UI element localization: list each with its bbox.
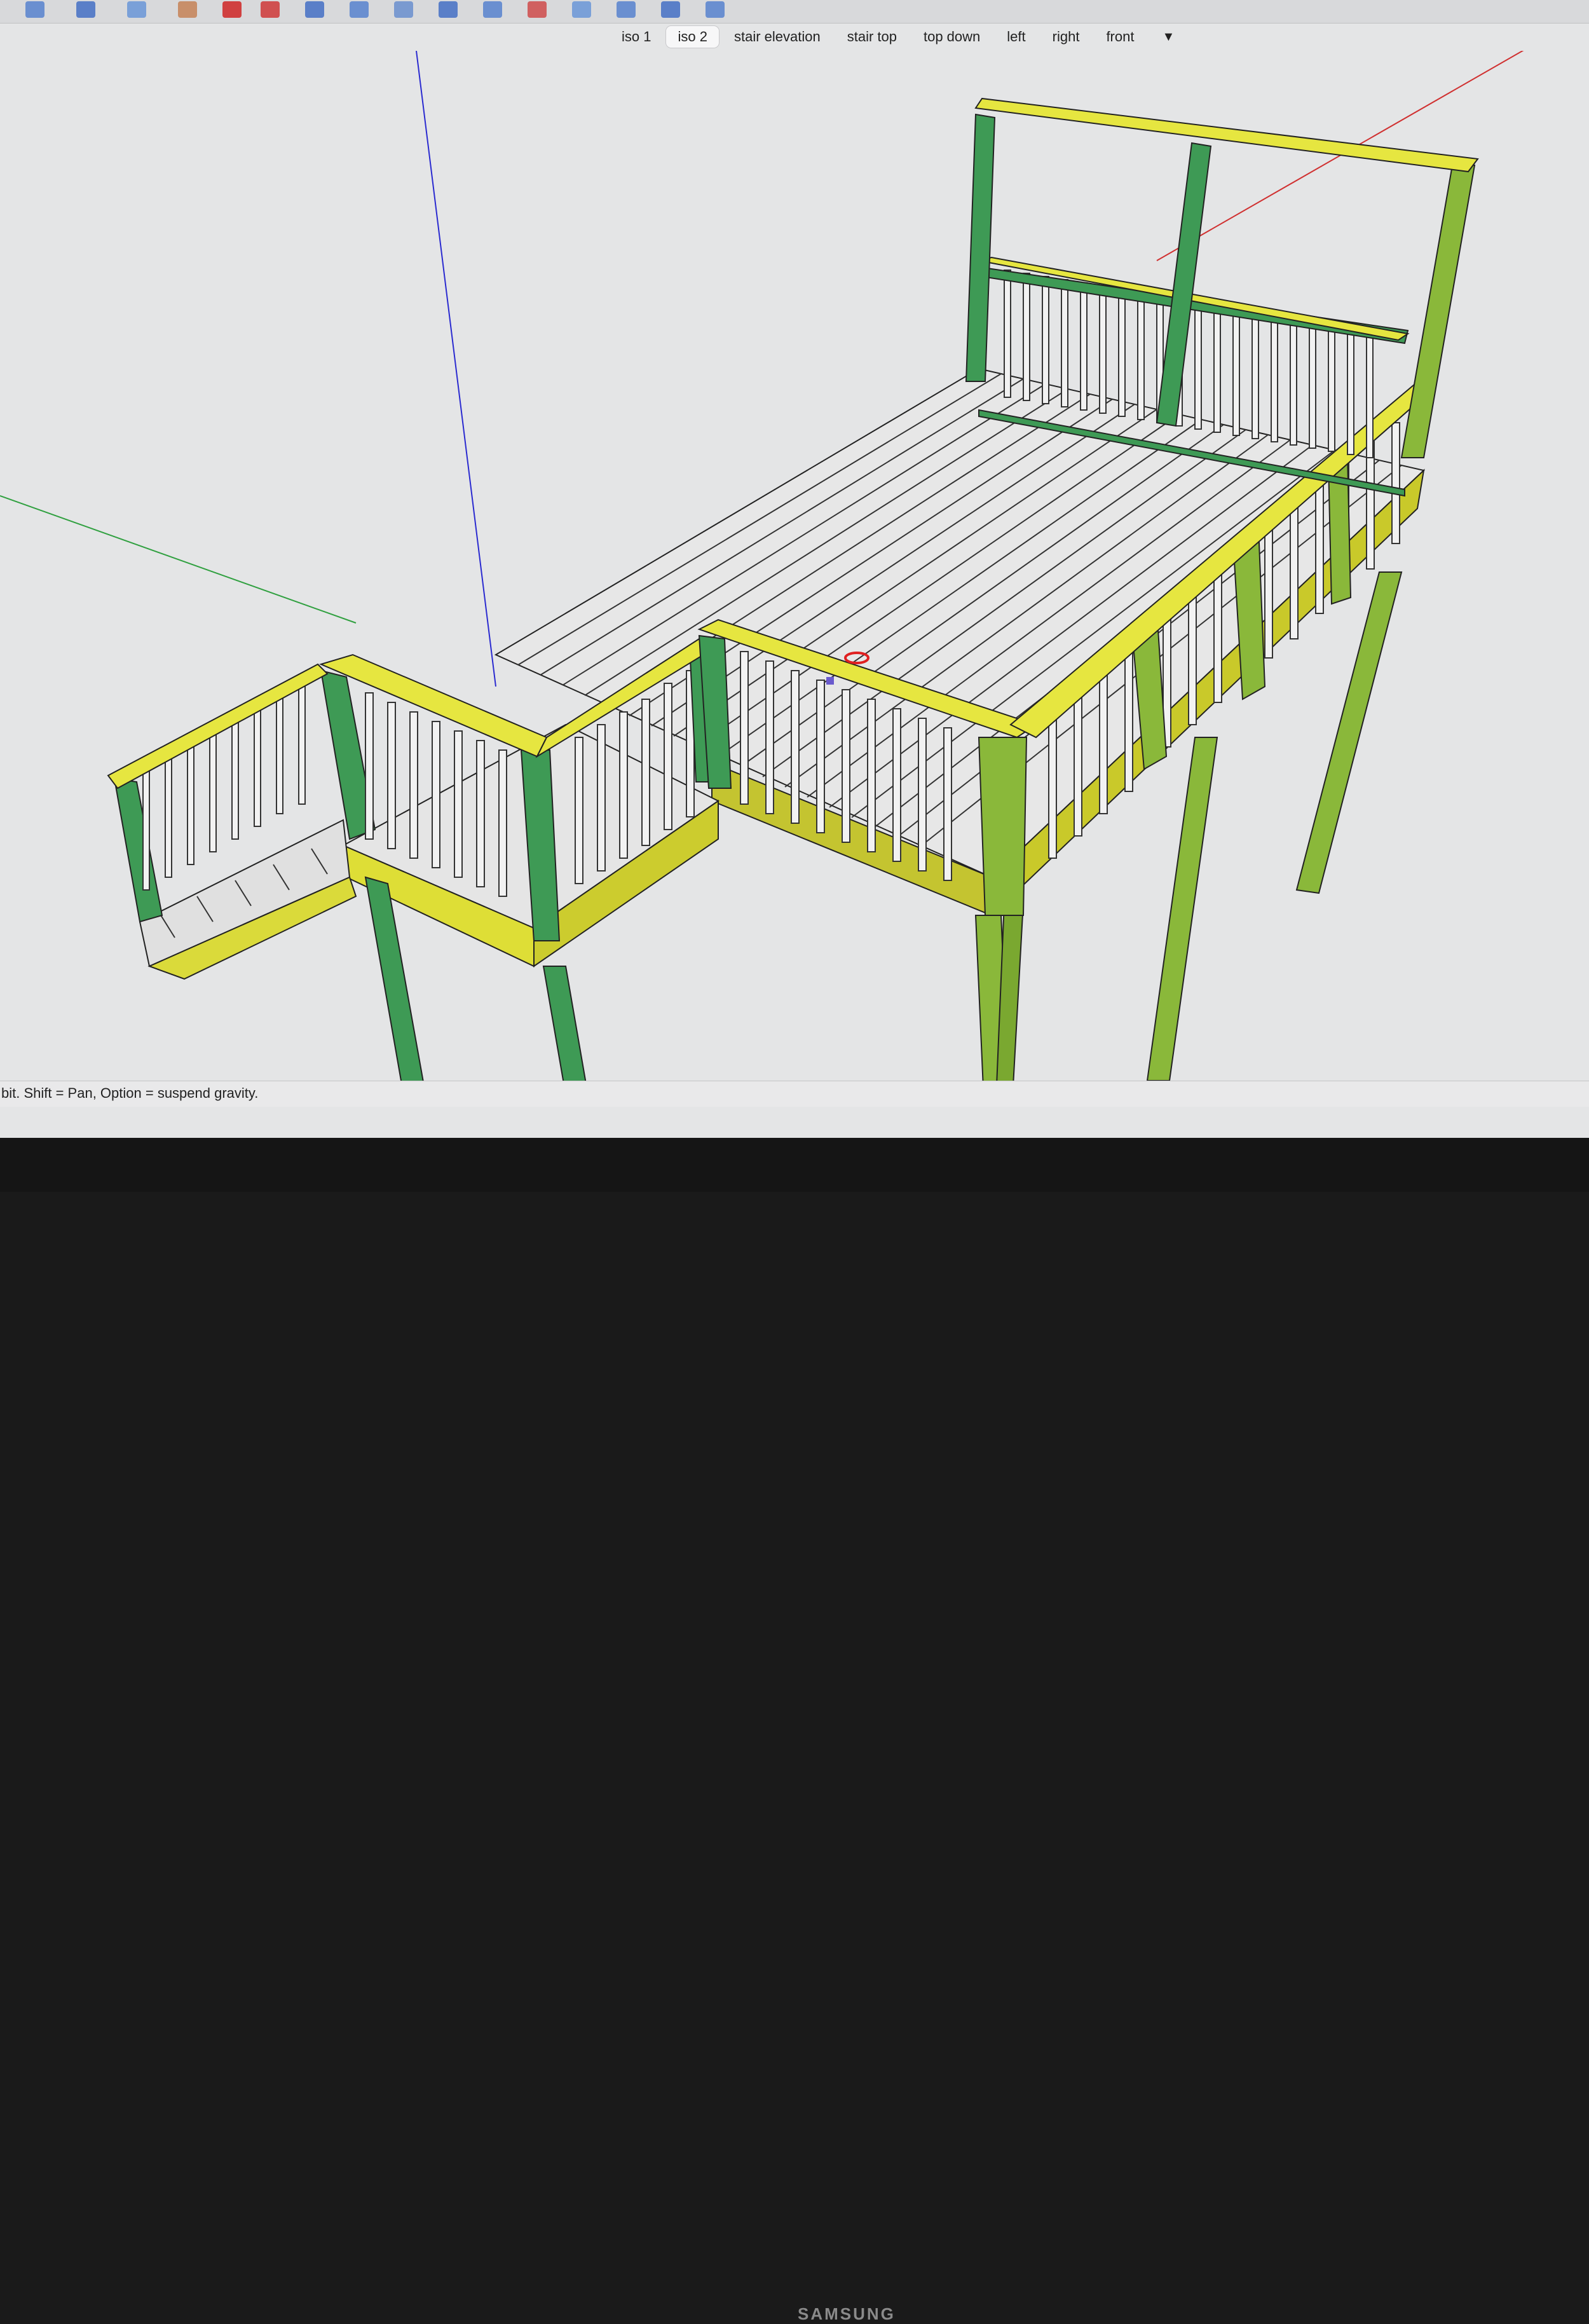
monitor-brand-logo: SAMSUNG bbox=[798, 2304, 896, 2323]
landing-post bbox=[542, 966, 587, 1081]
text-icon[interactable] bbox=[439, 1, 458, 18]
green-axis bbox=[0, 495, 357, 624]
tab-right[interactable]: right bbox=[1041, 26, 1091, 48]
status-bar: bit. Shift = Pan, Option = suspend gravi… bbox=[0, 1081, 1589, 1107]
scale-icon[interactable] bbox=[350, 1, 369, 18]
sketchup-window: iso 1 iso 2 stair elevation stair top to… bbox=[0, 0, 1589, 1138]
orbit-icon[interactable] bbox=[178, 1, 197, 18]
eraser-icon[interactable] bbox=[76, 1, 95, 18]
main-toolbar bbox=[0, 0, 1589, 24]
tab-iso-2[interactable]: iso 2 bbox=[666, 26, 719, 48]
look-icon[interactable] bbox=[617, 1, 636, 18]
rotate-icon[interactable] bbox=[261, 1, 280, 18]
triangle-down-icon[interactable]: ▼ bbox=[1162, 30, 1175, 44]
model-viewport[interactable] bbox=[0, 51, 1589, 1081]
blue-axis bbox=[416, 51, 496, 687]
dimension-icon[interactable] bbox=[483, 1, 502, 18]
section-icon[interactable] bbox=[528, 1, 547, 18]
push-pull-icon[interactable] bbox=[305, 1, 324, 18]
paint-icon[interactable] bbox=[127, 1, 146, 18]
select-icon[interactable] bbox=[25, 1, 44, 18]
tab-stair-top[interactable]: stair top bbox=[836, 26, 908, 48]
status-hint: bit. Shift = Pan, Option = suspend gravi… bbox=[1, 1085, 259, 1101]
tab-left[interactable]: left bbox=[995, 26, 1037, 48]
tape-icon[interactable] bbox=[394, 1, 413, 18]
tab-iso-1[interactable]: iso 1 bbox=[610, 26, 662, 48]
tab-front[interactable]: front bbox=[1095, 26, 1145, 48]
zoom-icon[interactable] bbox=[661, 1, 680, 18]
zoom-extents-icon[interactable] bbox=[706, 1, 725, 18]
tab-top-down[interactable]: top down bbox=[912, 26, 992, 48]
post-leg bbox=[1295, 571, 1403, 894]
move-icon[interactable] bbox=[222, 1, 242, 18]
post-leg bbox=[1146, 737, 1218, 1081]
monitor-bezel: SAMSUNG bbox=[0, 1138, 1589, 2323]
scene-tabs: iso 1 iso 2 stair elevation stair top to… bbox=[610, 24, 1175, 50]
tab-stair-elevation[interactable]: stair elevation bbox=[723, 26, 832, 48]
walk-icon[interactable] bbox=[572, 1, 591, 18]
